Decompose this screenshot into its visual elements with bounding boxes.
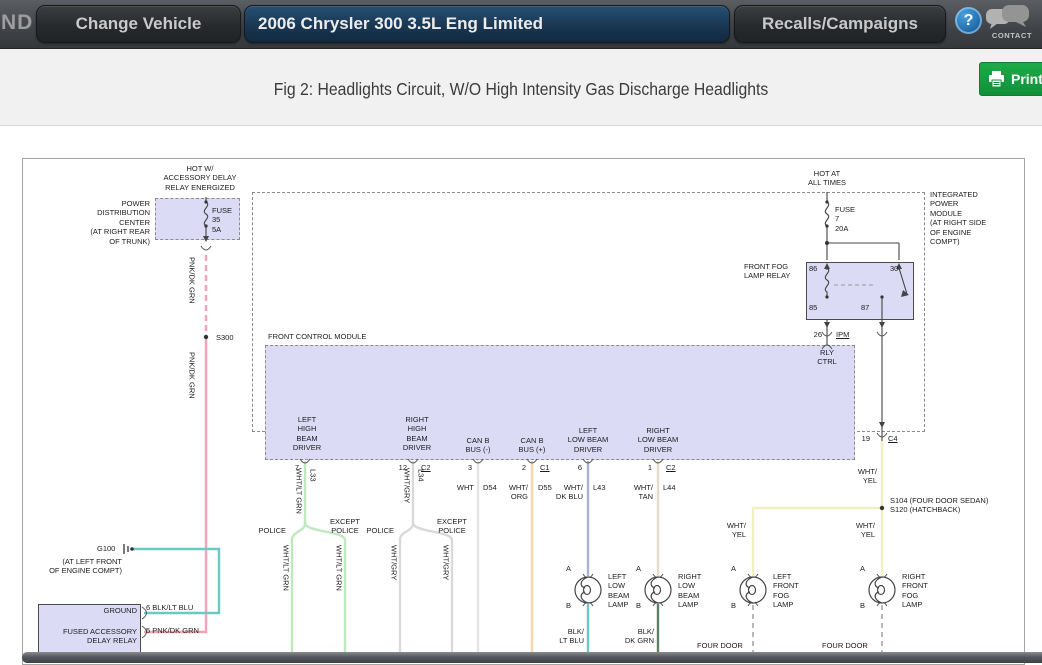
conn-c1-pin2: C1 — [540, 463, 550, 472]
fcm-pin-ground-label: GROUND — [45, 606, 137, 615]
conn-ipm-name: IPM — [836, 330, 849, 339]
contact-label: CONTACT — [984, 31, 1040, 40]
lamp2-pin-b: B — [636, 601, 641, 610]
fcm-pin-6: 6 — [562, 463, 582, 472]
wire-pnk-dk-grn-upper-label: PNK/DK GRN — [187, 257, 196, 304]
wire-wht-lt-grn-police-label: WHT/LT GRN — [281, 545, 290, 591]
rly-ctrl-label: RLY CTRL — [800, 348, 854, 367]
wire-wht-org-label: WHT/ ORG — [496, 483, 528, 502]
relay-pin-30: 30 — [890, 264, 898, 273]
wire-pnk-dk-grn-lower-label: PNK/DK GRN — [187, 352, 196, 399]
brand-logo: ND — [1, 11, 33, 35]
g100-location-label: (AT LEFT FRONT OF ENGINE COMPT) — [28, 557, 122, 576]
figure-title: Fig 2: Headlights Circuit, W/O High Inte… — [52, 79, 990, 100]
fcm-pin-3: 3 — [452, 463, 472, 472]
lamp3-pin-a: A — [731, 564, 736, 573]
tab-change-vehicle[interactable]: Change Vehicle — [36, 5, 241, 43]
hot-at-all-times-label: HOT AT ALL TIMES — [790, 169, 864, 188]
police-branch-1-label: POLICE — [246, 526, 286, 535]
splice-s300-label: S300 — [216, 333, 234, 342]
circuit-l43-label: L43 — [593, 483, 606, 492]
lamp4-name: RIGHT FRONT FOG LAMP — [902, 572, 928, 610]
lamp2-pin-a: A — [636, 564, 641, 573]
wire-wht-lt-grn-pin7-label: WHT/LT GRN — [294, 468, 303, 514]
driver-right-low-beam: RIGHT LOW BEAM DRIVER — [618, 426, 698, 454]
wire-blk-dk-grn-label: BLK/ DK GRN — [616, 627, 654, 646]
contact-bubbles-icon — [984, 3, 1032, 29]
print-button[interactable]: Print — [979, 62, 1042, 96]
fcm-pin-fused-accessory-label: FUSED ACCESSORY DELAY RELAY — [45, 627, 137, 646]
wire-wht-yel-right-label: WHT/ YEL — [843, 521, 875, 540]
lamp2-name: RIGHT LOW BEAM LAMP — [678, 572, 701, 610]
circuit-d54-label: D54 — [483, 483, 497, 492]
print-button-label: Print — [1011, 71, 1042, 87]
wire-wht-lt-grn-except-label: WHT/LT GRN — [334, 545, 343, 591]
tab-change-vehicle-label: Change Vehicle — [76, 14, 202, 34]
contact-button[interactable]: CONTACT — [984, 3, 1040, 45]
relay-pin-86: 86 — [809, 264, 817, 273]
relay-pin-85: 85 — [809, 303, 817, 312]
conn-pin-19: 19 — [852, 434, 870, 443]
lamp3-name: LEFT FRONT FOG LAMP — [773, 572, 799, 610]
lamp1-pin-a: A — [566, 564, 571, 573]
conn-c4-name: C4 — [888, 434, 898, 443]
tab-current-vehicle[interactable]: 2006 Chrysler 300 3.5L Eng Limited — [244, 5, 730, 43]
help-icon-glyph: ? — [964, 12, 974, 30]
relay-pin-87: 87 — [861, 303, 869, 312]
integrated-power-module-label: INTEGRATED POWER MODULE (AT RIGHT SIDE O… — [930, 190, 986, 246]
pin-6-blk-lt-blu-label: 6 BLK/LT BLU — [146, 603, 193, 612]
power-distribution-center-label: POWER DISTRIBUTION CENTER (AT RIGHT REAR… — [58, 199, 150, 246]
lamp4-pin-a: A — [860, 564, 865, 573]
driver-left-low-beam: LEFT LOW BEAM DRIVER — [548, 426, 628, 454]
fuse-35-label: FUSE 35 5A — [212, 206, 232, 234]
figure-header: Fig 2: Headlights Circuit, W/O High Inte… — [0, 48, 1042, 126]
lamp1-name: LEFT LOW BEAM LAMP — [608, 572, 629, 610]
lamp1-pin-b: B — [566, 601, 571, 610]
wire-wht-gry-except-label: WHT/GRY — [441, 545, 450, 580]
lamp3-pin-b: B — [731, 601, 736, 610]
wire-wht-tan-label: WHT/ TAN — [616, 483, 653, 502]
conn-pin-26: 26 — [802, 330, 822, 339]
driver-left-high-beam: LEFT HIGH BEAM DRIVER — [267, 415, 347, 453]
help-icon[interactable]: ? — [955, 7, 982, 34]
except-police-branch-2-label: EXCEPT POLICE — [429, 517, 475, 536]
fcm-pin-2: 2 — [506, 463, 526, 472]
fuse-7-label: FUSE 7 20A — [835, 205, 855, 233]
ground-g100-label: G100 — [97, 544, 115, 553]
wire-wht-yel-left-label: WHT/ YEL — [714, 521, 746, 540]
print-icon — [988, 71, 1005, 87]
wire-wht-dk-blu-label: WHT/ DK BLU — [539, 483, 583, 502]
conn-c2-pin1: C2 — [666, 463, 676, 472]
tab-recalls-campaigns[interactable]: Recalls/Campaigns — [734, 5, 946, 43]
horizontal-scrollbar[interactable] — [22, 652, 1042, 663]
four-door-label-right: FOUR DOOR — [822, 641, 868, 650]
four-door-label-left: FOUR DOOR — [697, 641, 743, 650]
wire-blk-lt-blu-label: BLK/ LT BLU — [548, 627, 584, 646]
circuit-l44-label: L44 — [663, 483, 676, 492]
front-control-module-label: FRONT CONTROL MODULE — [268, 332, 366, 341]
splice-s104-s120-label: S104 (FOUR DOOR SEDAN) S120 (HATCHBACK) — [890, 496, 988, 515]
wire-wht-yel-top-label: WHT/ YEL — [845, 467, 877, 486]
lamp4-pin-b: B — [860, 601, 865, 610]
tab-recalls-campaigns-label: Recalls/Campaigns — [762, 14, 918, 34]
front-fog-lamp-relay-label: FRONT FOG LAMP RELAY — [744, 262, 790, 281]
top-bar: ND Change Vehicle 2006 Chrysler 300 3.5L… — [0, 0, 1042, 49]
fcm-pin-1: 1 — [632, 463, 652, 472]
conn-l33-label: L33 — [308, 469, 317, 482]
pin-5-pnk-dk-grn-label: 5 PNK/DK GRN — [146, 626, 199, 635]
tab-current-vehicle-label: 2006 Chrysler 300 3.5L Eng Limited — [258, 14, 543, 34]
hot-accessory-delay-label: HOT W/ ACCESSORY DELAY RELAY ENERGIZED — [133, 164, 267, 192]
wire-wht-gry-pin12-label: WHT/GRY — [402, 468, 411, 503]
wire-wht-gry-police-label: WHT/GRY — [389, 545, 398, 580]
police-branch-2-label: POLICE — [354, 526, 394, 535]
wire-wht-label: WHT — [444, 483, 474, 492]
app-root: { "top_bar": { "logo": "ND", "tabs": [ {… — [0, 0, 1042, 663]
conn-l34-label: L34 — [416, 469, 425, 482]
